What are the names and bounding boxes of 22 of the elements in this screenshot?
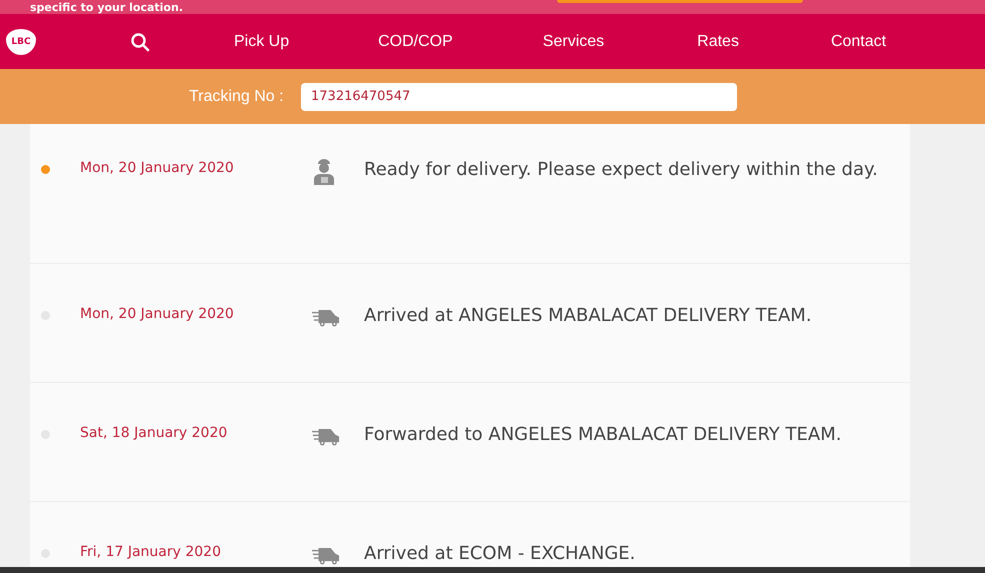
truck-icon [312, 308, 340, 327]
event-date: Fri, 17 January 2020 [80, 543, 222, 562]
banner-text: specific to your location. [30, 1, 184, 14]
event-date: Sat, 18 January 2020 [80, 424, 228, 443]
nav-link[interactable]: Pick Up [234, 32, 290, 50]
truck-icon [312, 427, 340, 446]
event-description: Arrived at ECOM - EXCHANGE. [364, 542, 636, 566]
tracking-label: Tracking No : [189, 88, 285, 106]
tracking-field[interactable]: 173216470547 [301, 82, 737, 110]
event-description: Ready for delivery. Please expect delivery within the day. [364, 158, 879, 182]
logo[interactable]: LBC [6, 28, 36, 54]
event-date: Mon, 20 January 2020 [80, 305, 235, 324]
nav-link[interactable]: Services [542, 32, 604, 50]
truck-icon [312, 546, 340, 565]
event-description: Arrived at ANGELES MABALACAT DELIVERY TEAM. [364, 304, 813, 328]
search-icon[interactable] [130, 32, 150, 52]
nav-link[interactable]: Contact [830, 32, 886, 50]
courier-icon [312, 158, 336, 186]
nav-link[interactable]: Rates [697, 32, 739, 50]
event-description: Forwarded to ANGELES MABALACAT DELIVERY TEAM. [364, 423, 842, 447]
nav-link[interactable]: COD/COP [378, 32, 453, 50]
event-date: Mon, 20 January 2020 [80, 159, 235, 178]
